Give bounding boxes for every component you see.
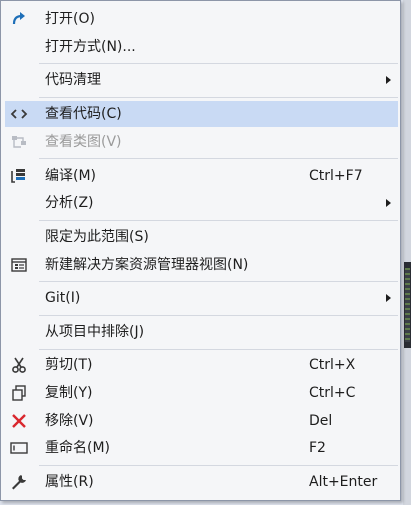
menu-item-open[interactable]: 打开(O) — [5, 6, 398, 32]
background-window-edge — [403, 0, 411, 505]
menu-item-analyze[interactable]: 分析(Z) — [5, 190, 398, 216]
menu-item-shortcut: Ctrl+X — [309, 357, 356, 373]
menu-item-build[interactable]: 编译(M) Ctrl+F7 — [5, 163, 398, 189]
menu-item-label: 编译(M) — [45, 168, 97, 184]
menu-item-label: 分析(Z) — [45, 195, 94, 211]
menu-item-rename[interactable]: 重命名(M) F2 — [5, 435, 398, 461]
class-diagram-icon — [9, 132, 29, 152]
menu-item-shortcut: Ctrl+F7 — [309, 168, 363, 184]
menu-item-label: 代码清理 — [45, 72, 101, 88]
new-view-icon — [9, 255, 29, 275]
menu-separator — [39, 97, 398, 98]
menu-item-shortcut: F2 — [309, 440, 326, 456]
menu-separator — [39, 220, 398, 221]
menu-item-label: 重命名(M) — [45, 440, 111, 456]
menu-item-label: 移除(V) — [45, 413, 94, 429]
menu-separator — [39, 63, 398, 64]
submenu-arrow-icon — [386, 199, 391, 207]
menu-item-cut[interactable]: 剪切(T) Ctrl+X — [5, 352, 398, 378]
menu-item-shortcut: Ctrl+C — [309, 385, 356, 401]
menu-item-label: 打开方式(N)... — [45, 39, 136, 55]
menu-item-view-class-diagram: 查看类图(V) — [5, 129, 398, 155]
menu-item-label: 剪切(T) — [45, 357, 93, 373]
menu-item-copy[interactable]: 复制(Y) Ctrl+C — [5, 380, 398, 406]
menu-item-label: 从项目中排除(J) — [45, 324, 145, 340]
menu-item-new-solution-explorer-view[interactable]: 新建解决方案资源管理器视图(N) — [5, 252, 398, 278]
background-window-content — [405, 268, 410, 342]
menu-item-shortcut: Alt+Enter — [309, 474, 378, 490]
rename-icon — [9, 438, 29, 458]
wrench-icon — [9, 472, 29, 492]
scissors-icon — [9, 355, 29, 375]
menu-separator — [39, 349, 398, 350]
menu-item-view-code[interactable]: 查看代码(C) — [5, 101, 398, 127]
menu-item-shortcut: Del — [309, 413, 333, 429]
menu-item-remove[interactable]: 移除(V) Del — [5, 408, 398, 434]
menu-item-label: 新建解决方案资源管理器视图(N) — [45, 257, 249, 273]
menu-item-label: Git(I) — [45, 290, 81, 306]
menu-separator — [39, 281, 398, 282]
submenu-arrow-icon — [386, 294, 391, 302]
open-redo-icon — [9, 9, 29, 29]
menu-item-label: 限定为此范围(S) — [45, 229, 149, 245]
menu-item-label: 打开(O) — [45, 11, 95, 27]
menu-item-code-cleanup[interactable]: 代码清理 — [5, 67, 398, 93]
menu-separator — [39, 158, 398, 159]
submenu-arrow-icon — [386, 76, 391, 84]
menu-item-properties[interactable]: 属性(R) Alt+Enter — [5, 469, 398, 495]
menu-item-label: 属性(R) — [45, 474, 94, 490]
context-menu: 打开(O) 打开方式(N)... 代码清理 查看代码(C) 查看类图(V) 编译… — [0, 0, 401, 501]
menu-item-scope-to-this[interactable]: 限定为此范围(S) — [5, 224, 398, 250]
code-brackets-icon — [9, 104, 29, 124]
menu-item-git[interactable]: Git(I) — [5, 285, 398, 311]
menu-item-exclude-from-project[interactable]: 从项目中排除(J) — [5, 319, 398, 345]
remove-x-icon — [9, 411, 29, 431]
menu-item-label: 查看类图(V) — [45, 134, 122, 150]
menu-separator — [39, 315, 398, 316]
menu-item-open-with[interactable]: 打开方式(N)... — [5, 34, 398, 60]
menu-item-label: 查看代码(C) — [45, 106, 122, 122]
copy-icon — [9, 383, 29, 403]
menu-separator — [39, 465, 398, 466]
build-icon — [9, 166, 29, 186]
menu-item-label: 复制(Y) — [45, 385, 93, 401]
